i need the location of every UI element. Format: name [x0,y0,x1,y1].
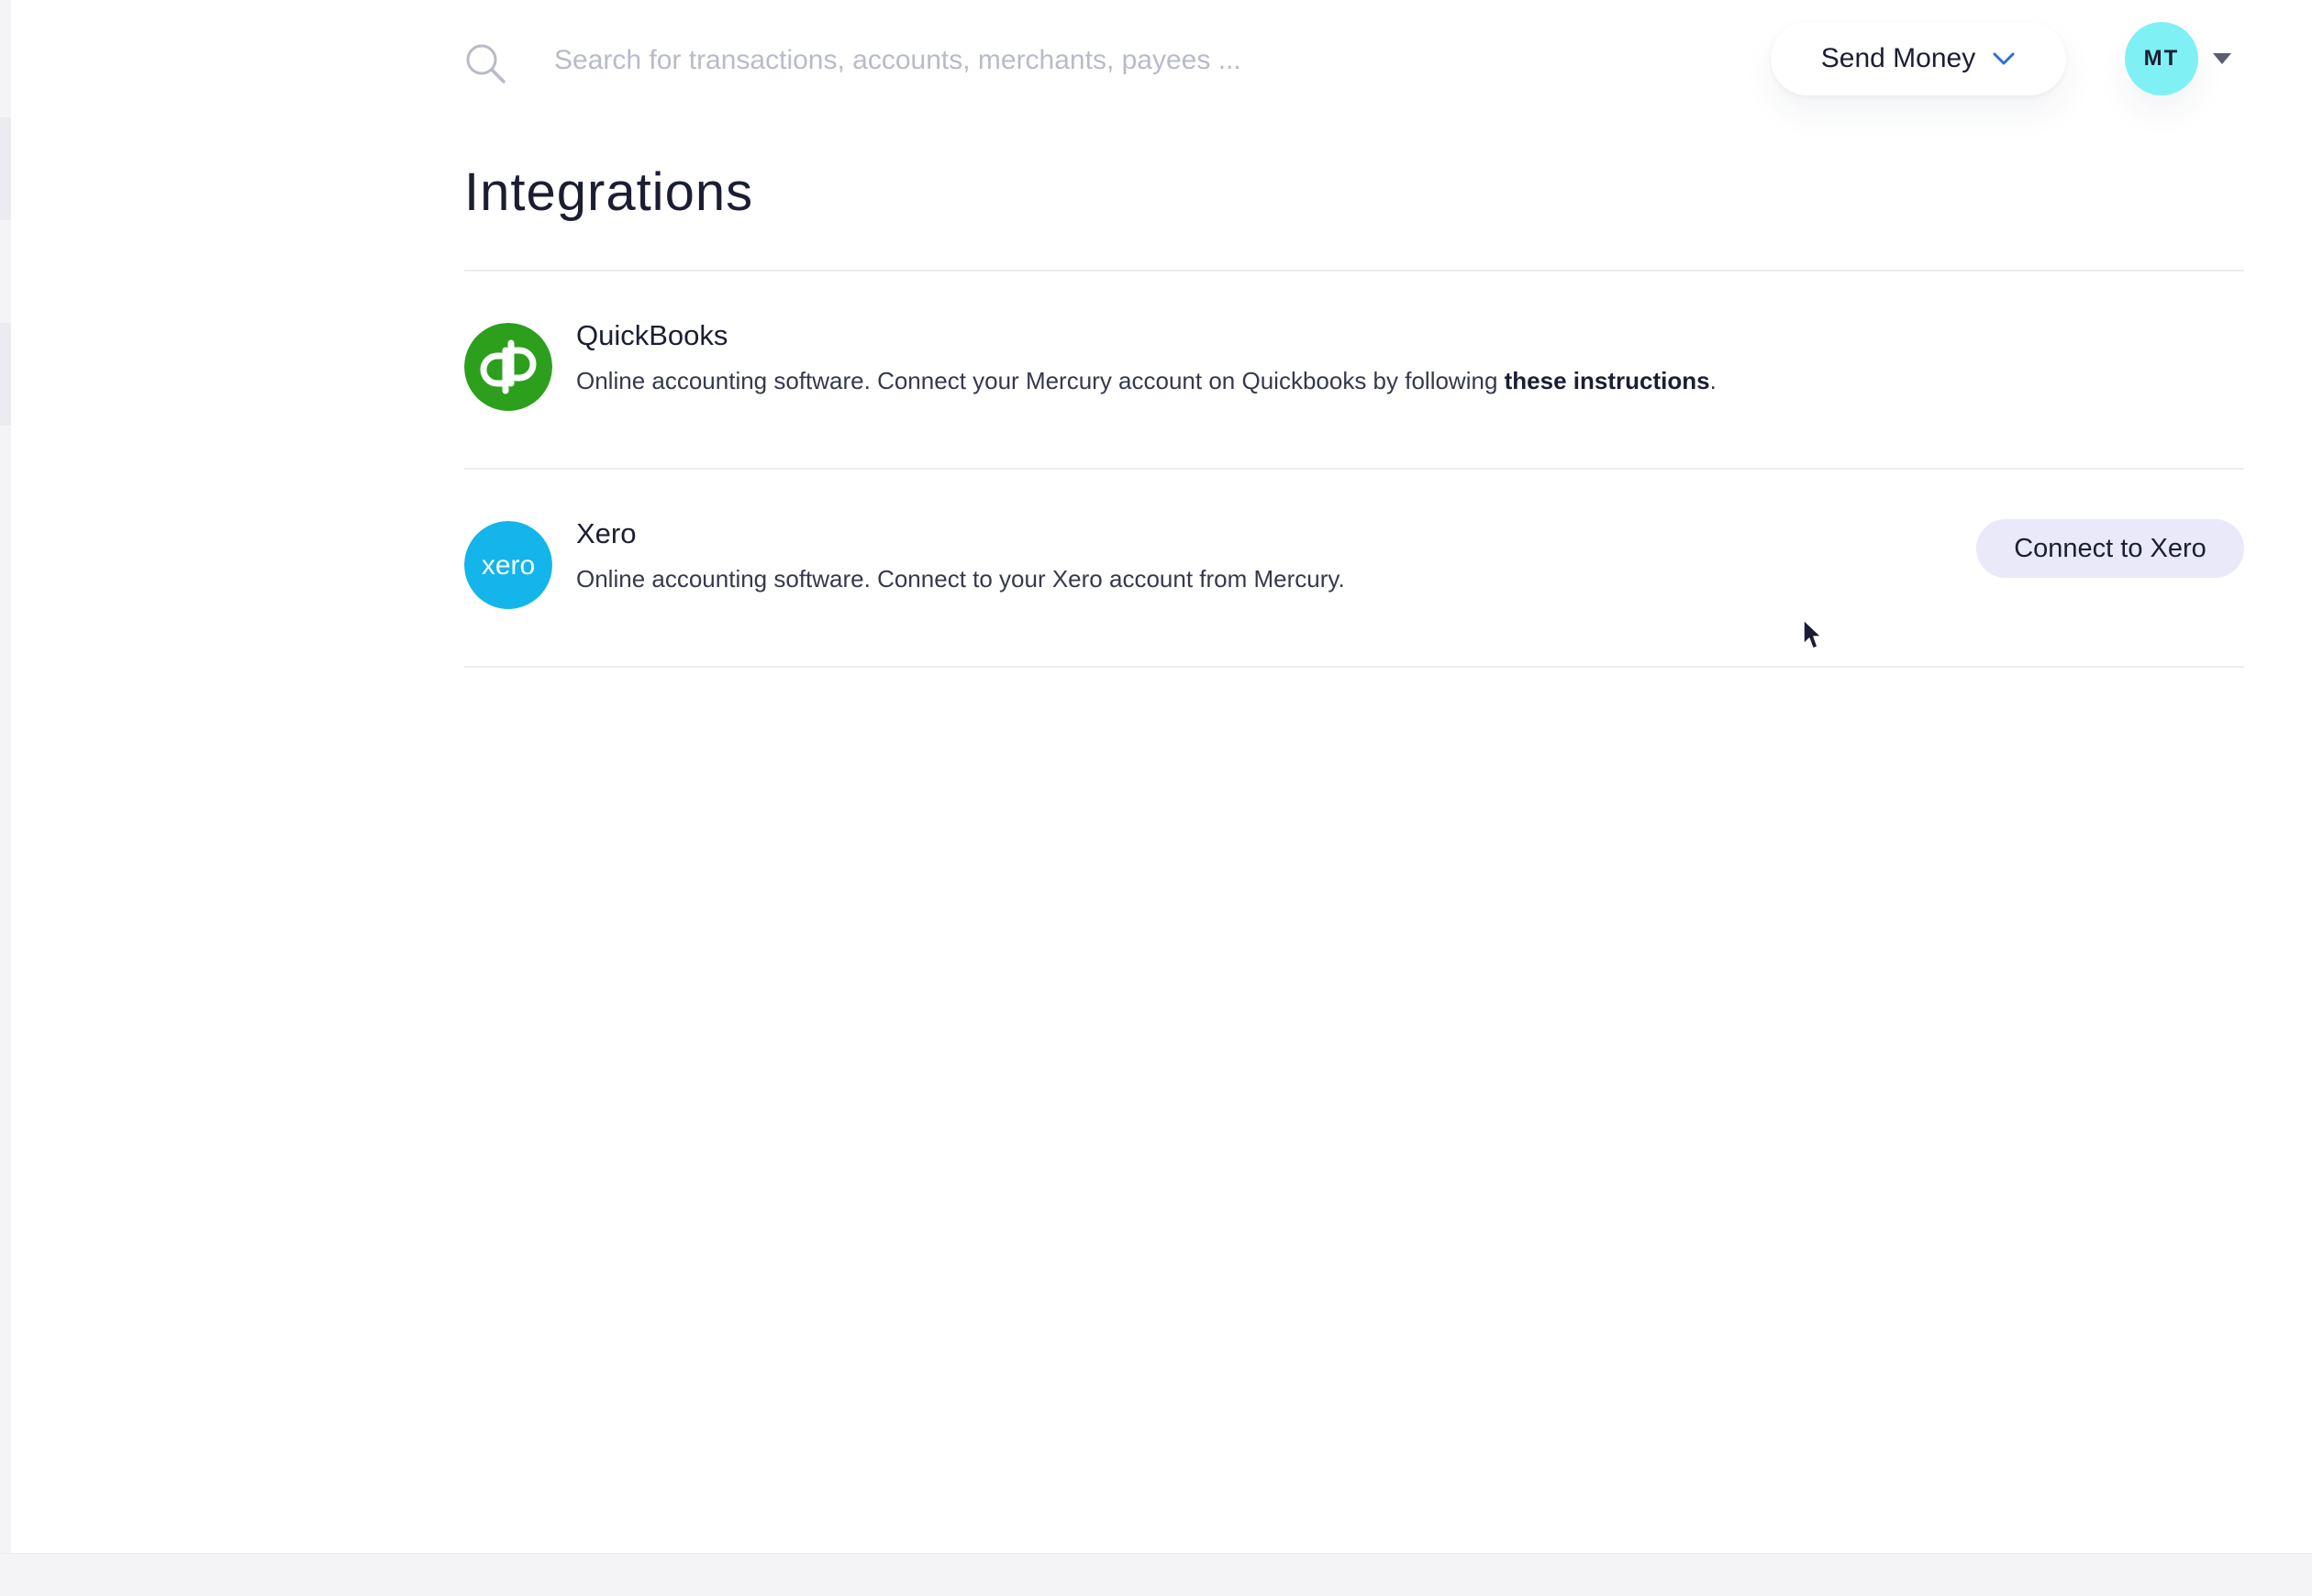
description-text: Online accounting software. Connect your… [576,367,1505,394]
avatar-initials: MT [2143,46,2180,71]
bottom-strip [0,1553,2312,1596]
these-instructions-link[interactable]: these instructions [1505,367,1710,394]
search-input[interactable] [541,33,1367,88]
xero-logo-text: xero [482,550,535,581]
search-icon[interactable] [464,42,506,84]
chevron-down-icon [1993,52,2015,65]
integration-name: Xero [576,517,637,549]
send-money-label: Send Money [1820,43,1976,73]
integration-name: QuickBooks [576,319,728,351]
quickbooks-logo-icon [464,323,552,411]
caret-down-icon[interactable] [2213,53,2231,64]
left-edge-strip [0,0,11,1596]
mouse-cursor-icon [1803,619,1822,649]
integration-row-quickbooks: QuickBooks Online accounting software. C… [464,272,2244,468]
integration-row-xero: xero Xero Online accounting software. Co… [464,470,2244,666]
page-title: Integrations [464,162,754,222]
left-edge-segment [0,323,11,426]
left-edge-segment [0,117,11,220]
integration-description: Online accounting software. Connect to y… [576,565,1345,593]
send-money-button[interactable]: Send Money [1771,22,2066,95]
description-suffix: . [1709,367,1717,394]
avatar[interactable]: MT [2125,22,2198,95]
integration-description: Online accounting software. Connect your… [576,367,1717,395]
xero-logo-icon: xero [464,521,552,609]
top-bar: Send Money MT [0,0,2312,128]
divider [464,666,2244,668]
connect-to-xero-button[interactable]: Connect to Xero [1976,519,2244,578]
